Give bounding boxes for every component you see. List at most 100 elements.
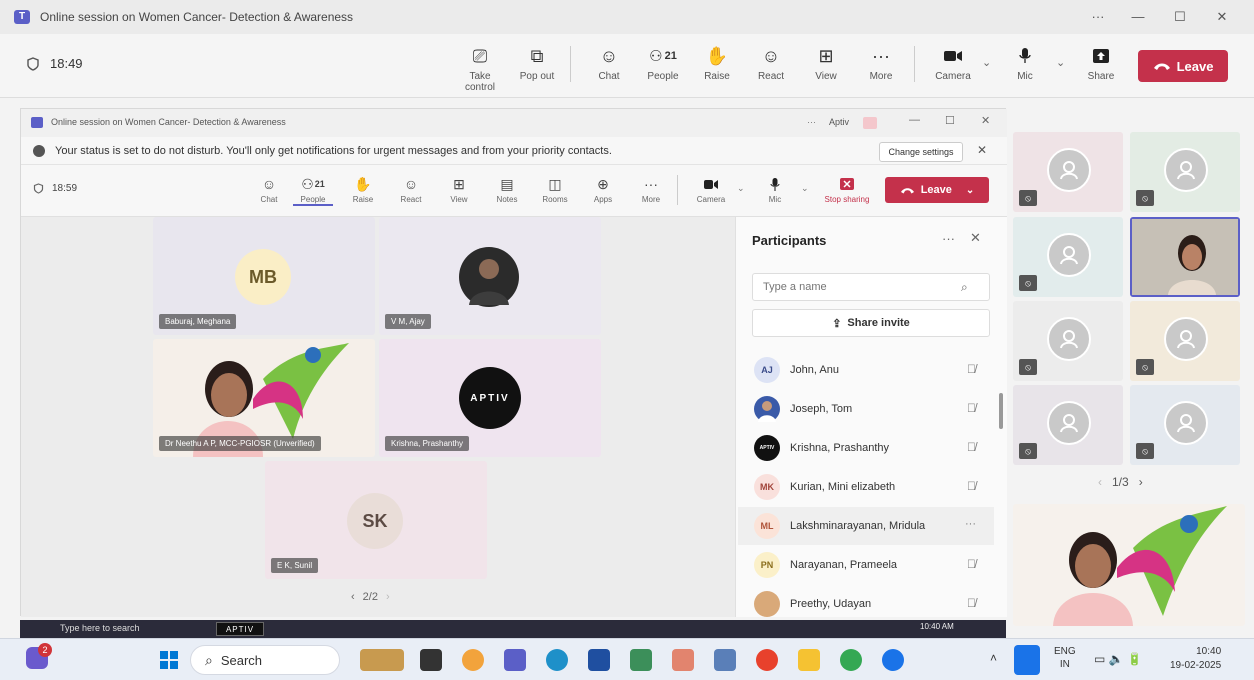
gallery-tile[interactable]: ⦸ (1130, 301, 1240, 381)
inner-mic-button[interactable]: Mic (755, 175, 795, 204)
video-tile[interactable]: SK E K, Sunil (265, 461, 487, 579)
maximize-button[interactable]: ☐ (1168, 6, 1192, 28)
presenter-video-tile[interactable] (1013, 504, 1245, 626)
network-volume-battery-icon[interactable]: ▭ 🔈 🔋 (1094, 652, 1142, 666)
stop-sharing-button[interactable]: Stop sharing (817, 175, 877, 204)
next-page-icon[interactable]: › (386, 591, 390, 603)
next-page-icon[interactable]: › (1139, 475, 1143, 489)
gallery-tile[interactable]: ⦸ (1013, 217, 1123, 297)
inner-react-button[interactable]: ☺ React (391, 175, 431, 204)
avatar[interactable] (863, 117, 877, 129)
file-explorer-icon[interactable] (798, 649, 820, 671)
system-clock[interactable]: 10:40 19-02-2025 (1170, 645, 1221, 673)
participant-row[interactable]: AJ John, Anu 🎙̸ (738, 351, 994, 389)
more-options-icon[interactable]: ··· (1086, 6, 1110, 28)
participant-search-input[interactable] (753, 274, 953, 300)
participants-more-icon[interactable]: ··· (942, 231, 955, 246)
mic-options-chevron-icon[interactable]: ⌄ (1056, 56, 1065, 69)
react-button[interactable]: ☺ React (746, 44, 796, 83)
people-button[interactable]: ⚇ 21 People (638, 44, 688, 82)
taskbar-search[interactable]: ⌕ Search (190, 645, 340, 675)
inner-close-button[interactable]: ✕ (981, 114, 990, 127)
inner-apps-button[interactable]: ⊕ Apps (583, 175, 623, 205)
inner-minimize-button[interactable]: — (909, 114, 920, 126)
take-control-button[interactable]: ⎚ Take control (455, 44, 505, 94)
video-tile[interactable]: MB Baburaj, Meghana (153, 217, 375, 335)
close-window-button[interactable]: ✕ (1210, 6, 1234, 28)
inner-rooms-button[interactable]: ◫ Rooms (535, 175, 575, 205)
gallery-tile[interactable]: ⦸ (1013, 385, 1123, 465)
previous-page-icon[interactable]: ‹ (1098, 475, 1102, 489)
copilot-icon[interactable] (462, 649, 484, 671)
excel-icon[interactable] (630, 649, 652, 671)
avatar (1047, 317, 1091, 361)
participant-row[interactable]: PN Narayanan, Prameela 🎙̸ (738, 546, 994, 584)
raise-hand-button[interactable]: ✋ Raise (692, 44, 742, 83)
leave-button[interactable]: Leave (1138, 50, 1228, 82)
inner-window-title: Online session on Women Cancer- Detectio… (51, 117, 286, 127)
inner-more-button[interactable]: ··· More (631, 175, 671, 204)
gallery-tile[interactable]: ⦸ (1013, 301, 1123, 381)
mic-status-icon[interactable] (1014, 645, 1040, 675)
inner-notes-button[interactable]: ▤ Notes (487, 175, 527, 205)
outlook-icon[interactable] (588, 649, 610, 671)
camera-options-chevron-icon[interactable]: ⌄ (737, 183, 745, 194)
share-invite-button[interactable]: ⇪ Share invite (752, 309, 990, 337)
gallery-tile[interactable]: ⦸ (1130, 385, 1240, 465)
word-icon[interactable] (714, 649, 736, 671)
chevron-down-icon[interactable]: ⌄ (966, 185, 974, 196)
minimize-button[interactable]: — (1126, 6, 1150, 28)
news-widget-icon[interactable] (360, 649, 404, 671)
row-more-icon[interactable]: ··· (965, 518, 976, 530)
gallery-video-tile[interactable] (1130, 217, 1240, 297)
camera-button[interactable]: Camera (928, 44, 978, 82)
inner-chat-button[interactable]: ☺ Chat (249, 175, 289, 204)
teams-icon[interactable] (504, 649, 526, 671)
pop-out-button[interactable]: ⧉ Pop out (512, 44, 562, 83)
inner-view-button[interactable]: ⊞ View (439, 175, 479, 205)
participant-name-label: Baburaj, Meghana (159, 314, 237, 329)
chat-button[interactable]: ☺ Chat (584, 44, 634, 83)
presenter-video-tile[interactable]: Dr Neethu A P, MCC-PGIOSR (Unverified) (153, 339, 375, 457)
participant-row[interactable]: ML Lakshminarayanan, Mridula ··· (738, 507, 994, 545)
participant-row[interactable]: Preethy, Udayan 🎙̸ (738, 585, 994, 617)
avatar (459, 247, 519, 307)
firefox-icon[interactable] (756, 649, 778, 671)
gallery-tile[interactable]: ⦸ (1130, 132, 1240, 212)
inner-maximize-button[interactable]: ☐ (945, 114, 955, 127)
participant-row[interactable]: APTIV Krishna, Prashanthy 🎙̸ (738, 429, 994, 467)
inner-more-icon[interactable]: ··· (807, 117, 816, 127)
previous-page-icon[interactable]: ‹ (351, 591, 355, 603)
video-tile[interactable]: V M, Ajay (379, 217, 601, 335)
inner-camera-button[interactable]: Camera (691, 175, 731, 204)
mic-options-chevron-icon[interactable]: ⌄ (801, 183, 809, 194)
change-settings-button[interactable]: Change settings (879, 142, 963, 162)
participants-title: Participants (752, 233, 827, 248)
camera-options-chevron-icon[interactable]: ⌄ (982, 56, 991, 69)
powerpoint-icon[interactable] (672, 649, 694, 671)
dismiss-notification-icon[interactable]: ✕ (977, 143, 987, 157)
more-icon: ··· (872, 45, 890, 66)
more-button[interactable]: ··· More (856, 44, 906, 83)
participants-scrollbar[interactable] (999, 393, 1003, 429)
inner-leave-button[interactable]: Leave ⌄ (885, 177, 989, 203)
app-icon[interactable] (882, 649, 904, 671)
chrome-icon[interactable] (840, 649, 862, 671)
participant-row[interactable]: MK Kurian, Mini elizabeth 🎙̸ (738, 468, 994, 506)
edge-icon[interactable] (546, 649, 568, 671)
share-button[interactable]: Share (1076, 44, 1126, 82)
mic-button[interactable]: Mic (1000, 44, 1050, 82)
view-button[interactable]: ⊞ View (801, 44, 851, 83)
share-icon: ⇪ (832, 317, 842, 330)
mic-muted-icon: 🎙̸ (967, 440, 976, 454)
show-hidden-icons-chevron-icon[interactable]: ˄ (990, 651, 997, 665)
task-view-icon[interactable] (420, 649, 442, 671)
inner-raise-button[interactable]: ✋ Raise (343, 175, 383, 205)
video-tile[interactable]: APTIV Krishna, Prashanthy (379, 339, 601, 457)
participant-row[interactable]: Joseph, Tom 🎙̸ (738, 390, 994, 428)
start-icon[interactable] (160, 651, 178, 669)
close-pane-icon[interactable]: ✕ (970, 230, 981, 246)
language-indicator[interactable]: ENG IN (1054, 645, 1076, 671)
inner-people-button[interactable]: ⚇ 21 People (293, 175, 333, 206)
gallery-tile[interactable]: ⦸ (1013, 132, 1123, 212)
